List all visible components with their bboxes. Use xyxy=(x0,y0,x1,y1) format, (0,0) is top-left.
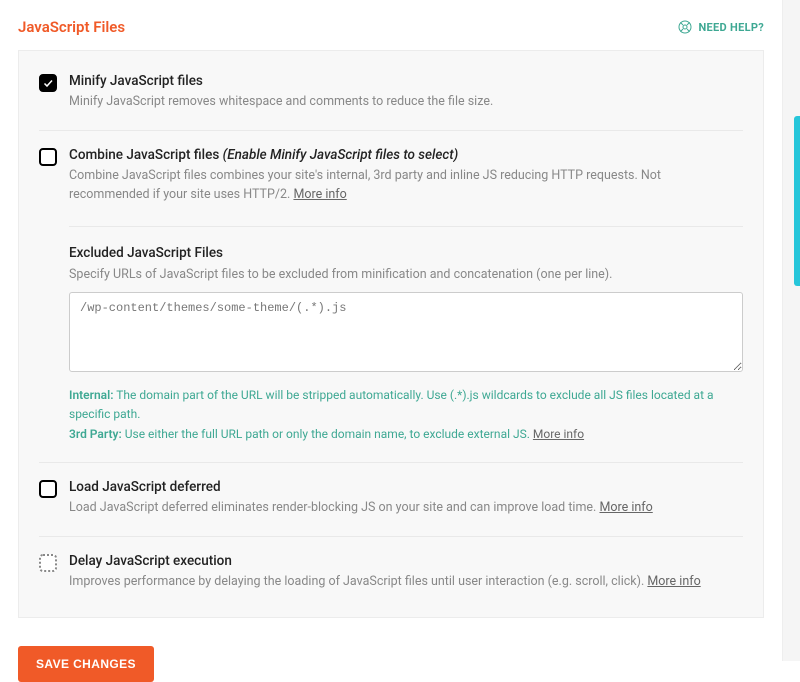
excluded-notes: Internal: The domain part of the URL wil… xyxy=(69,386,743,444)
combine-checkbox[interactable] xyxy=(39,148,57,166)
combine-label: Combine JavaScript files (Enable Minify … xyxy=(69,147,743,163)
combine-label-text: Combine JavaScript files xyxy=(69,147,219,163)
option-defer: Load JavaScript deferred Load JavaScript… xyxy=(39,463,743,537)
combine-desc-text: Combine JavaScript files combines your s… xyxy=(69,168,661,202)
right-gutter xyxy=(782,0,800,661)
need-help-label: NEED HELP? xyxy=(699,21,765,34)
defer-more-info[interactable]: More info xyxy=(599,500,652,515)
minify-label: Minify JavaScript files xyxy=(69,73,743,89)
excluded-textarea[interactable] xyxy=(69,292,743,372)
note-3rdparty-text: Use either the full URL path or only the… xyxy=(122,427,530,441)
save-button[interactable]: SAVE CHANGES xyxy=(18,646,154,682)
settings-panel: Minify JavaScript files Minify JavaScrip… xyxy=(18,50,764,618)
delay-desc: Improves performance by delaying the loa… xyxy=(69,573,743,592)
note-internal-label: Internal: xyxy=(69,388,114,402)
page-title: JavaScript Files xyxy=(18,18,125,36)
option-combine: Combine JavaScript files (Enable Minify … xyxy=(39,131,743,463)
option-delay: Delay JavaScript execution Improves perf… xyxy=(39,537,743,610)
minify-desc: Minify JavaScript removes whitespace and… xyxy=(69,93,743,112)
excluded-block: Excluded JavaScript Files Specify URLs o… xyxy=(69,226,743,444)
delay-more-info[interactable]: More info xyxy=(647,574,700,589)
combine-more-info[interactable]: More info xyxy=(293,187,346,202)
defer-desc: Load JavaScript deferred eliminates rend… xyxy=(69,499,743,518)
need-help-link[interactable]: NEED HELP? xyxy=(677,19,765,35)
scroll-indicator xyxy=(794,116,800,286)
option-minify: Minify JavaScript files Minify JavaScrip… xyxy=(39,57,743,131)
delay-label: Delay JavaScript execution xyxy=(69,553,743,569)
defer-label: Load JavaScript deferred xyxy=(69,479,743,495)
delay-checkbox xyxy=(39,554,57,572)
excluded-title: Excluded JavaScript Files xyxy=(69,245,743,261)
combine-label-note: (Enable Minify JavaScript files to selec… xyxy=(223,147,459,163)
excluded-more-info[interactable]: More info xyxy=(533,427,584,441)
note-internal-text: The domain part of the URL will be strip… xyxy=(69,388,714,421)
note-3rdparty-label: 3rd Party: xyxy=(69,427,122,441)
defer-desc-text: Load JavaScript deferred eliminates rend… xyxy=(69,500,596,515)
defer-checkbox[interactable] xyxy=(39,480,57,498)
excluded-desc: Specify URLs of JavaScript files to be e… xyxy=(69,267,743,282)
delay-desc-text: Improves performance by delaying the loa… xyxy=(69,574,644,589)
help-icon xyxy=(677,19,693,35)
minify-checkbox[interactable] xyxy=(39,74,57,92)
combine-desc: Combine JavaScript files combines your s… xyxy=(69,167,743,205)
